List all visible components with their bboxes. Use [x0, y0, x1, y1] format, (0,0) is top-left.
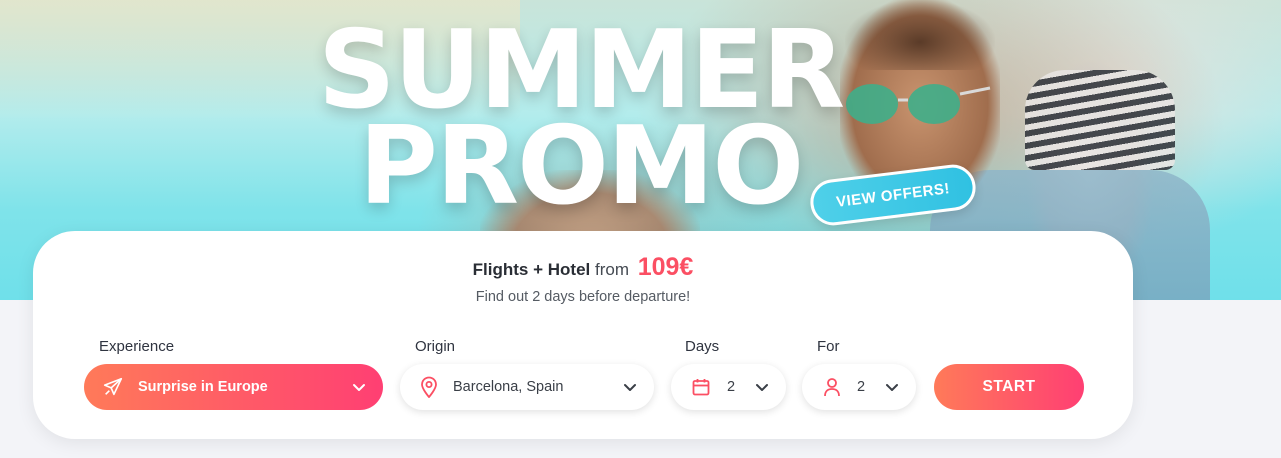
days-label: Days: [685, 338, 720, 355]
chevron-down-icon: [754, 379, 770, 395]
experience-value: Surprise in Europe: [138, 379, 268, 395]
experience-label: Experience: [99, 338, 175, 355]
headline-promo: PROMO: [358, 104, 804, 229]
origin-value: Barcelona, Spain: [453, 379, 564, 395]
origin-select[interactable]: Barcelona, Spain: [400, 364, 654, 410]
origin-label: Origin: [415, 338, 456, 355]
promo-headline: Flights + Hotel from 109€: [33, 253, 1133, 282]
travelers-select[interactable]: 2: [802, 364, 916, 410]
calendar-icon: [691, 377, 711, 397]
start-button[interactable]: START: [934, 364, 1084, 410]
experience-select[interactable]: Surprise in Europe: [84, 364, 383, 410]
promo-subtitle: Find out 2 days before departure!: [475, 289, 691, 305]
travelers-label: For: [817, 338, 840, 355]
map-pin-icon: [419, 376, 439, 398]
chevron-down-icon: [884, 379, 900, 395]
promo-price: 109€: [637, 253, 694, 281]
days-select[interactable]: 2: [671, 364, 786, 410]
chevron-down-icon: [622, 379, 638, 395]
travelers-value: 2: [857, 379, 866, 395]
promo-from-text: from: [594, 260, 629, 279]
search-card: Flights + Hotel from 109€ Find out 2 day…: [33, 231, 1133, 439]
plane-icon: [102, 376, 124, 398]
person-icon: [823, 377, 841, 397]
chevron-down-icon: [351, 379, 367, 395]
days-value: 2: [727, 379, 736, 395]
promo-product: Flights + Hotel: [472, 260, 591, 279]
